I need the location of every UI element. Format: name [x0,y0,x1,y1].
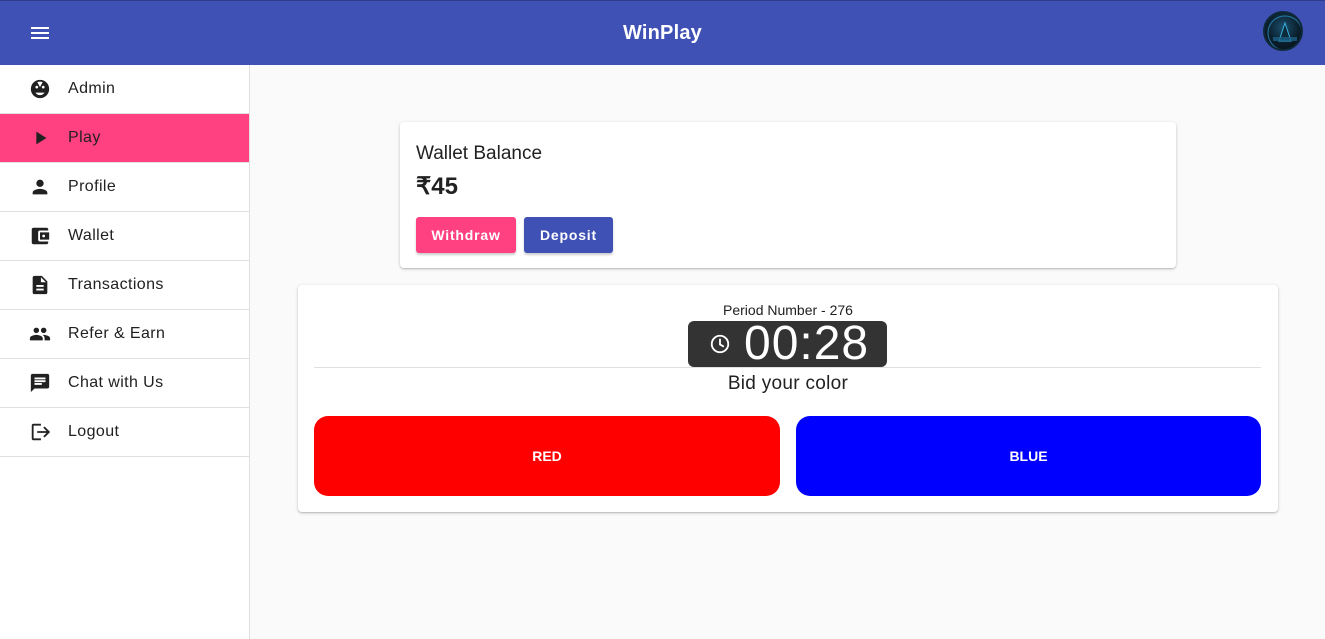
clock-icon [708,332,732,356]
sidebar-item-admin[interactable]: Admin [0,65,249,114]
chat-icon [28,371,52,395]
sidebar-item-label: Logout [68,423,120,440]
sidebar-item-label: Admin [68,80,116,97]
app-bar: WinPlay [0,0,1325,65]
wallet-balance-title: Wallet Balance [416,143,543,164]
sidebar: Admin Play Profile Wallet Transactions R… [0,65,250,639]
bid-blue-button[interactable]: BLUE [796,416,1261,496]
sidebar-item-chat[interactable]: Chat with Us [0,359,249,408]
deposit-button[interactable]: Deposit [524,217,613,253]
period-number: Period Number - 276 [723,302,853,318]
sidebar-item-label: Transactions [68,276,164,293]
sidebar-item-refer-earn[interactable]: Refer & Earn [0,310,249,359]
wallet-balance-card: Wallet Balance ₹45 Withdraw Deposit [400,122,1176,268]
bid-red-button[interactable]: RED [314,416,780,496]
wallet-icon [28,224,52,248]
game-card: Period Number - 276 00:28 Bid your color… [298,285,1278,512]
countdown-timer: 00:28 [688,317,887,370]
sidebar-item-wallet[interactable]: Wallet [0,212,249,261]
hamburger-menu-icon [31,27,49,39]
timer-value: 00:28 [744,317,870,370]
user-avatar[interactable] [1263,11,1303,51]
withdraw-button[interactable]: Withdraw [416,217,516,253]
app-title: WinPlay [622,22,703,44]
people-icon [28,322,52,346]
logout-icon [28,420,52,444]
sidebar-item-label: Chat with Us [68,374,164,391]
divider [314,367,1261,368]
sidebar-item-play[interactable]: Play [0,114,249,163]
sidebar-item-profile[interactable]: Profile [0,163,249,212]
sidebar-item-label: Refer & Earn [68,325,166,342]
bid-color-heading: Bid your color [727,373,849,394]
document-icon [28,273,52,297]
wallet-balance-amount: ₹45 [416,173,458,200]
play-icon [28,126,52,150]
sidebar-item-transactions[interactable]: Transactions [0,261,249,310]
sidebar-item-logout[interactable]: Logout [0,408,249,457]
sidebar-item-label: Wallet [68,227,115,244]
sidebar-item-label: Play [68,129,101,146]
admin-face-icon [28,77,52,101]
person-icon [28,175,52,199]
menu-button[interactable] [20,17,60,49]
avatar-image [1267,15,1301,49]
sidebar-item-label: Profile [68,178,117,195]
